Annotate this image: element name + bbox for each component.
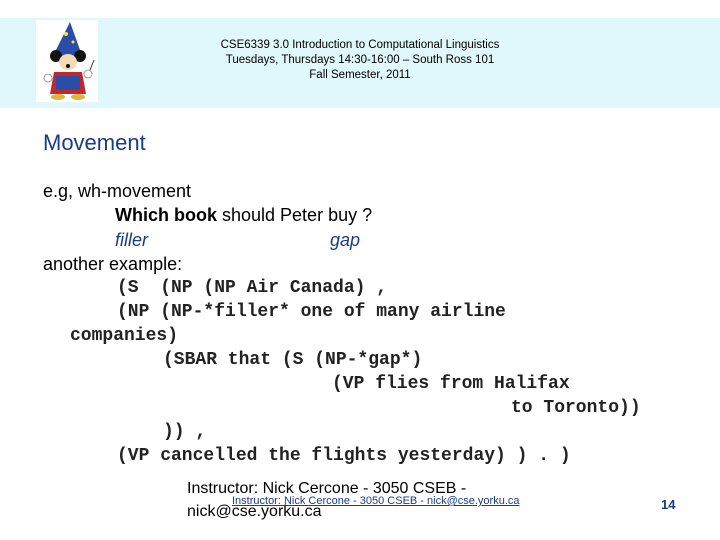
- filler-label: filler: [115, 230, 149, 250]
- another-example-label: another example:: [43, 254, 183, 274]
- code-line-2: (NP (NP-*filler* one of many airline: [117, 302, 506, 322]
- example-rest: should Peter buy ?: [217, 205, 373, 225]
- code-line-5: (VP flies from Halifax: [332, 374, 570, 394]
- example-sentence: Which book should Peter buy ?: [115, 205, 372, 226]
- footer-instructor-link[interactable]: Instructor: Nick Cercone - 3050 CSEB - n…: [232, 495, 520, 507]
- slide-title: Movement: [43, 130, 146, 155]
- course-header: CSE6339 3.0 Introduction to Computationa…: [160, 38, 560, 83]
- course-title: CSE6339 3.0 Introduction to Computationa…: [220, 39, 500, 51]
- wizard-mouse-logo-icon: [36, 20, 98, 102]
- example-bold: Which book: [115, 205, 217, 225]
- intro-line: e.g, wh-movement: [43, 181, 192, 201]
- code-line-8: (VP cancelled the flights yesterday) ) .…: [117, 446, 571, 466]
- code-line-7: )) ,: [163, 422, 207, 442]
- code-line-4: (SBAR that (S (NP-*gap*): [163, 350, 423, 370]
- code-line-1: (S (NP (NP Air Canada) ,: [117, 278, 388, 298]
- code-line-3: companies): [70, 326, 179, 346]
- course-schedule: Tuesdays, Thursdays 14:30-16:00 – South …: [225, 54, 495, 66]
- page-number: 14: [661, 497, 676, 512]
- course-semester: Fall Semester, 2011: [309, 69, 411, 81]
- gap-label: gap: [330, 230, 361, 250]
- code-line-6: to Toronto)): [511, 398, 641, 418]
